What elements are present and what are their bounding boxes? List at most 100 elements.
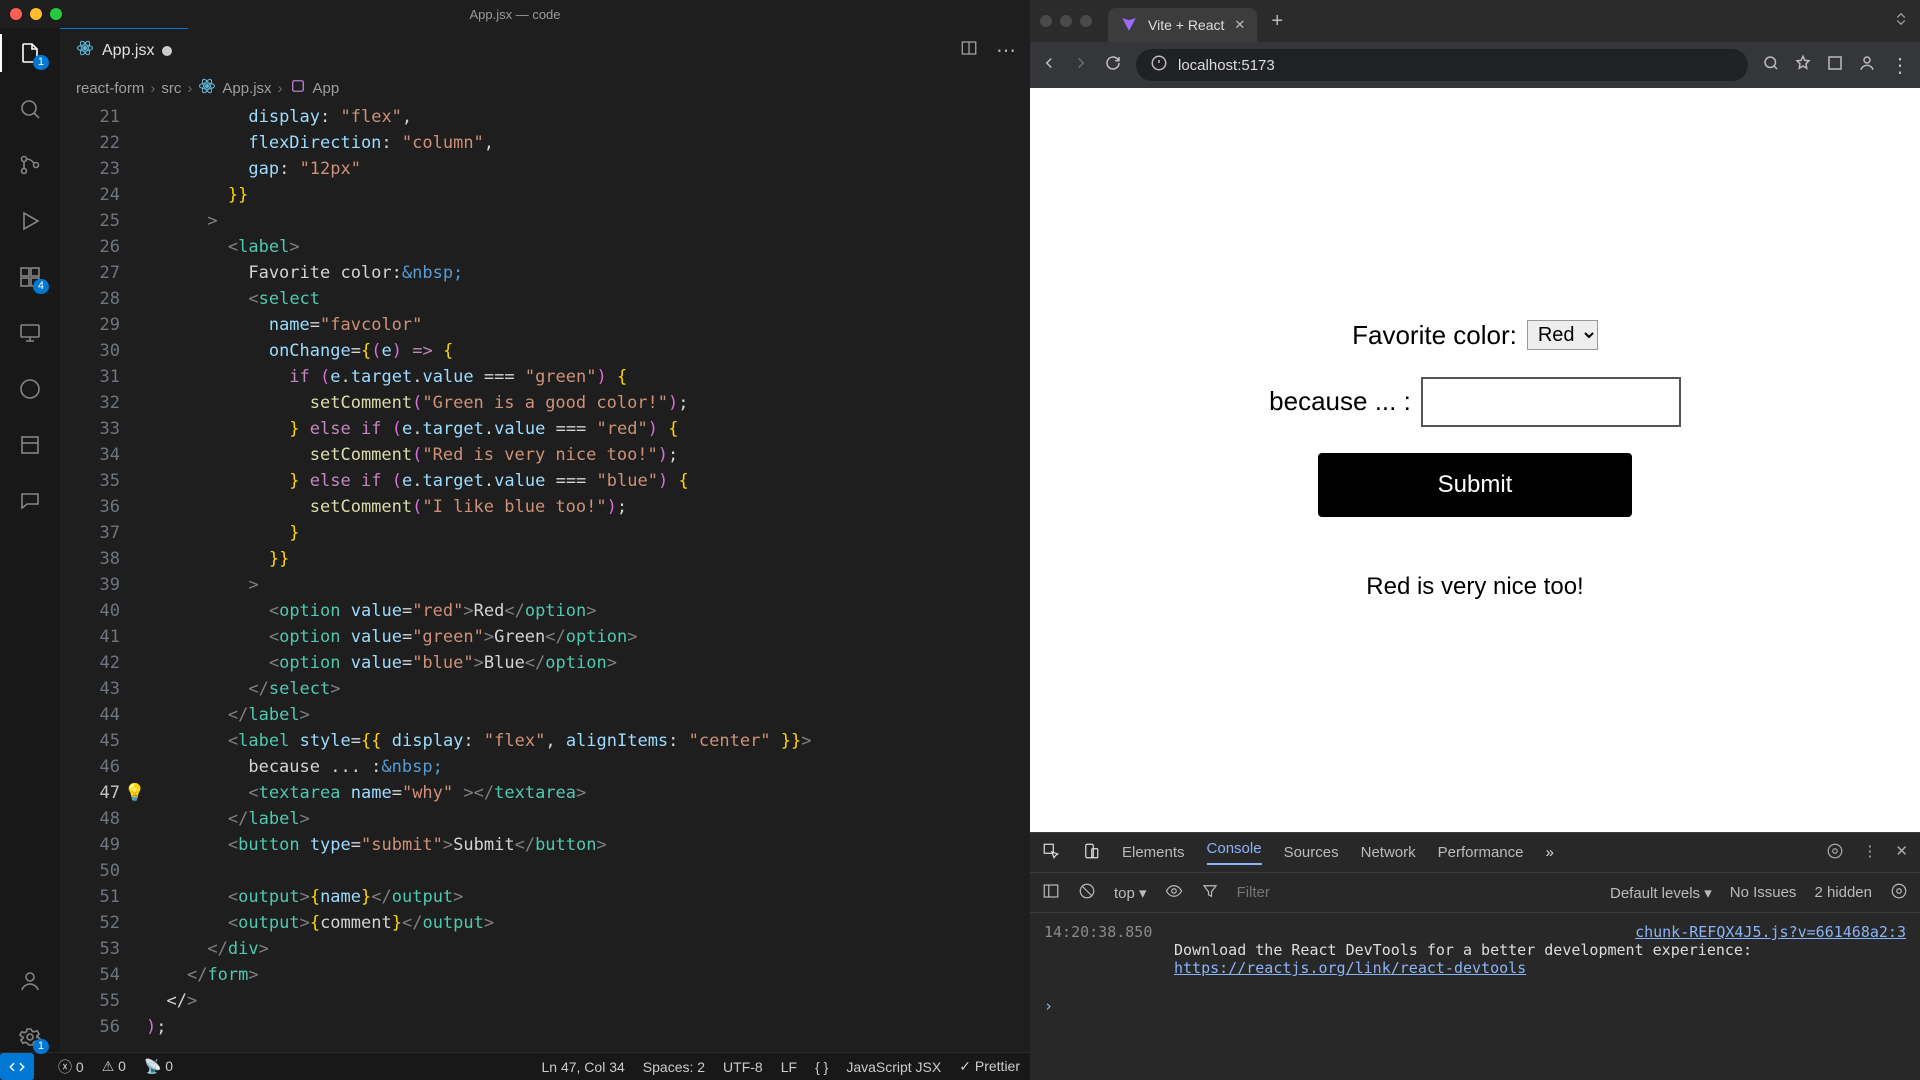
breadcrumb-item[interactable]: react-form bbox=[76, 80, 144, 97]
window-title: App.jsx — code bbox=[0, 7, 1030, 22]
devtools-tab-sources[interactable]: Sources bbox=[1284, 844, 1339, 861]
console-output[interactable]: 14:20:38.850 chunk-REFQX4J5.js?v=661468a… bbox=[1030, 913, 1920, 1080]
split-editor-icon[interactable] bbox=[960, 39, 978, 62]
comments-icon[interactable] bbox=[15, 486, 45, 516]
browser-titlebar: Vite + React ✕ + bbox=[1030, 0, 1920, 42]
code-content[interactable]: display: "flex", flexDirection: "column"… bbox=[146, 104, 1030, 1052]
maximize-window-button[interactable] bbox=[1080, 15, 1092, 27]
prettier-status[interactable]: ✓ Prettier bbox=[959, 1058, 1020, 1075]
expand-icon[interactable] bbox=[1892, 10, 1910, 33]
console-settings-icon[interactable] bbox=[1890, 882, 1908, 904]
because-label: because ... : bbox=[1269, 386, 1411, 417]
breadcrumb-item[interactable]: App.jsx bbox=[222, 80, 271, 97]
devtools-menu-icon[interactable]: ⋮ bbox=[1862, 842, 1877, 864]
extensions-icon[interactable]: 4 bbox=[15, 262, 45, 292]
close-window-button[interactable] bbox=[1040, 15, 1052, 27]
language-mode[interactable]: JavaScript JSX bbox=[846, 1059, 941, 1075]
warning-count[interactable]: ⚠ 0 bbox=[102, 1058, 126, 1075]
source-control-icon[interactable] bbox=[15, 150, 45, 180]
new-tab-button[interactable]: + bbox=[1263, 10, 1291, 33]
back-icon[interactable] bbox=[1040, 54, 1058, 77]
editor-tab-bar: App.jsx ⋯ bbox=[60, 28, 1030, 72]
extra-panel-icon[interactable] bbox=[15, 430, 45, 460]
account-icon[interactable] bbox=[15, 966, 45, 996]
vscode-titlebar: App.jsx — code bbox=[0, 0, 1030, 28]
remote-explorer-icon[interactable] bbox=[15, 318, 45, 348]
because-row: because ... : bbox=[1269, 377, 1681, 427]
console-prompt-icon[interactable]: › bbox=[1044, 997, 1906, 1015]
favorite-color-label: Favorite color: bbox=[1352, 320, 1517, 351]
log-link[interactable]: https://reactjs.org/link/react-devtools bbox=[1174, 959, 1526, 977]
browser-window: Vite + React ✕ + localhost:5173 ⋮ Favori… bbox=[1030, 0, 1920, 1080]
filter-icon bbox=[1201, 882, 1219, 904]
breadcrumb[interactable]: react-form › src › App.jsx › App bbox=[60, 72, 1030, 104]
log-timestamp: 14:20:38.850 bbox=[1044, 923, 1152, 941]
log-levels-selector[interactable]: Default levels ▾ bbox=[1610, 884, 1712, 902]
explorer-icon[interactable]: 1 bbox=[15, 38, 45, 68]
devtools-close-icon[interactable]: ✕ bbox=[1895, 842, 1908, 864]
menu-dots-icon[interactable]: ⋮ bbox=[1890, 53, 1910, 78]
address-bar[interactable]: localhost:5173 bbox=[1136, 49, 1748, 81]
browser-traffic-lights bbox=[1040, 15, 1092, 27]
devtools-tab-bar: Elements Console Sources Network Perform… bbox=[1030, 833, 1920, 873]
language-braces-icon: { } bbox=[815, 1059, 828, 1075]
indentation[interactable]: Spaces: 2 bbox=[643, 1059, 705, 1075]
browser-tab[interactable]: Vite + React ✕ bbox=[1108, 8, 1257, 42]
favorite-color-select[interactable]: Red bbox=[1527, 320, 1598, 350]
more-actions-icon[interactable]: ⋯ bbox=[996, 38, 1016, 63]
more-tabs-icon[interactable]: » bbox=[1546, 844, 1554, 861]
log-source-link[interactable]: chunk-REFQX4J5.js?v=661468a2:3 bbox=[1635, 923, 1906, 941]
react-file-icon bbox=[76, 39, 94, 62]
devtools-tab-console[interactable]: Console bbox=[1207, 840, 1262, 865]
hidden-count[interactable]: 2 hidden bbox=[1814, 884, 1872, 901]
error-count[interactable]: ⓧ 0 bbox=[58, 1057, 84, 1077]
inspect-element-icon[interactable] bbox=[1042, 842, 1060, 864]
chevron-right-icon: › bbox=[187, 80, 192, 97]
cursor-position[interactable]: Ln 47, Col 34 bbox=[541, 1059, 624, 1075]
devtools-tab-performance[interactable]: Performance bbox=[1438, 844, 1524, 861]
minimize-window-button[interactable] bbox=[1060, 15, 1072, 27]
browser-toolbar: localhost:5173 ⋮ bbox=[1030, 42, 1920, 88]
bookmark-star-icon[interactable] bbox=[1794, 54, 1812, 77]
context-selector[interactable]: top ▾ bbox=[1114, 884, 1147, 902]
filter-input[interactable] bbox=[1237, 884, 1436, 901]
vscode-window: App.jsx — code 1 4 bbox=[0, 0, 1030, 1080]
why-textarea[interactable] bbox=[1421, 377, 1681, 427]
devtools-tab-elements[interactable]: Elements bbox=[1122, 844, 1185, 861]
ports-count[interactable]: 📡 0 bbox=[144, 1058, 173, 1075]
settings-gear-icon[interactable]: 1 bbox=[15, 1022, 45, 1052]
line-number-gutter: 2122232425262728293031323334353637383940… bbox=[60, 104, 146, 1052]
eol[interactable]: LF bbox=[781, 1059, 797, 1075]
devtools-panel: Elements Console Sources Network Perform… bbox=[1030, 832, 1920, 1080]
activity-bar: 1 4 bbox=[0, 28, 60, 1052]
devtools-settings-icon[interactable] bbox=[1826, 842, 1844, 864]
testing-icon[interactable] bbox=[15, 374, 45, 404]
profile-icon[interactable] bbox=[1858, 54, 1876, 77]
issues-indicator[interactable]: No Issues bbox=[1730, 884, 1797, 901]
clear-console-icon[interactable] bbox=[1078, 882, 1096, 904]
site-info-icon[interactable] bbox=[1150, 54, 1168, 76]
search-icon[interactable] bbox=[15, 94, 45, 124]
close-tab-icon[interactable]: ✕ bbox=[1234, 17, 1245, 33]
dirty-indicator-icon bbox=[162, 46, 172, 56]
page-content: Favorite color: Red because ... : Submit… bbox=[1030, 88, 1920, 1080]
log-message: Download the React DevTools for a better… bbox=[1174, 941, 1752, 959]
run-debug-icon[interactable] bbox=[15, 206, 45, 236]
reload-icon[interactable] bbox=[1104, 54, 1122, 77]
chevron-right-icon: › bbox=[278, 80, 283, 97]
zoom-icon[interactable] bbox=[1762, 54, 1780, 77]
remote-indicator[interactable] bbox=[0, 1053, 34, 1080]
forward-icon[interactable] bbox=[1072, 54, 1090, 77]
device-toggle-icon[interactable] bbox=[1082, 842, 1100, 864]
code-editor[interactable]: 2122232425262728293031323334353637383940… bbox=[60, 104, 1030, 1052]
breadcrumb-item[interactable]: App bbox=[313, 80, 340, 97]
live-expression-icon[interactable] bbox=[1165, 882, 1183, 904]
devtools-tab-network[interactable]: Network bbox=[1361, 844, 1416, 861]
extensions-puzzle-icon[interactable] bbox=[1826, 54, 1844, 77]
sidebar-toggle-icon[interactable] bbox=[1042, 882, 1060, 904]
submit-button[interactable]: Submit bbox=[1318, 453, 1633, 517]
encoding[interactable]: UTF-8 bbox=[723, 1059, 763, 1075]
symbol-icon bbox=[289, 77, 307, 99]
breadcrumb-item[interactable]: src bbox=[161, 80, 181, 97]
tab-app-jsx[interactable]: App.jsx bbox=[60, 28, 188, 72]
